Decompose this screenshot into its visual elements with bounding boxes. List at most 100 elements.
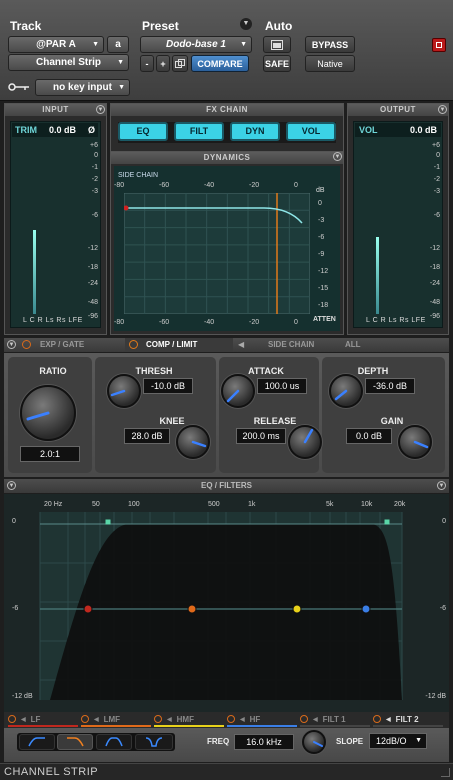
band-label: HF xyxy=(249,714,261,724)
lowpass-type-icon[interactable] xyxy=(57,734,93,750)
notch-type-icon[interactable] xyxy=(135,734,173,750)
gain-value[interactable]: 0.0 dB xyxy=(346,428,392,444)
atten-scale-tick: -18 xyxy=(318,302,329,309)
slope-selector[interactable]: 12dB/O ▼ xyxy=(369,733,427,749)
band-solo-icon[interactable]: ◀ xyxy=(313,716,318,723)
atten-scale-tick: -3 xyxy=(318,217,325,224)
trim-display[interactable]: TRIM 0.0 dB Ø xyxy=(12,123,98,137)
key-icon xyxy=(8,82,30,92)
output-scale-tick: -6 xyxy=(433,212,440,219)
safe-button[interactable]: SAFE xyxy=(263,55,291,72)
output-scale-tick: -3 xyxy=(433,188,440,195)
atten-scale-tick: -12 xyxy=(318,268,329,275)
depth-knob[interactable] xyxy=(329,374,363,408)
resize-handle-icon[interactable] xyxy=(441,768,450,777)
thresh-value[interactable]: -10.0 dB xyxy=(143,378,193,394)
bypass-button[interactable]: BYPASS xyxy=(305,36,355,53)
tab-all[interactable]: ALL xyxy=(345,340,361,349)
band-solo-icon[interactable]: ◀ xyxy=(386,716,391,723)
dyn-scale-tick: -40 xyxy=(204,319,215,326)
phase-invert-icon[interactable]: Ø xyxy=(88,125,95,135)
preset-prev-button[interactable]: - xyxy=(140,55,154,72)
band-power-icon[interactable] xyxy=(227,715,235,723)
band-power-icon[interactable] xyxy=(81,715,89,723)
band-tab-hmf[interactable]: ◀ HMF xyxy=(154,713,224,727)
freq-value[interactable]: 16.0 kHz xyxy=(234,734,294,750)
band-tab-filt1[interactable]: ◀ FILT 1 xyxy=(300,713,370,727)
window-icon[interactable] xyxy=(263,36,291,53)
attack-value[interactable]: 100.0 us xyxy=(257,378,307,394)
lf-band-handle[interactable] xyxy=(83,604,93,614)
input-menu-icon[interactable]: ▼ xyxy=(96,105,105,114)
compression-curve-graph[interactable] xyxy=(124,193,310,314)
knee-knob[interactable] xyxy=(176,425,210,459)
fx-dyn-button[interactable]: DYN xyxy=(230,122,280,141)
eq-options-icon[interactable]: ▼ xyxy=(437,481,446,490)
band-solo-icon[interactable]: ◀ xyxy=(94,716,99,723)
highpass-type-icon[interactable] xyxy=(19,734,55,750)
depth-value[interactable]: -36.0 dB xyxy=(365,378,415,394)
ratio-knob[interactable] xyxy=(20,385,76,441)
copy-settings-icon[interactable] xyxy=(172,55,188,72)
eq-graph[interactable] xyxy=(10,512,432,700)
lmf-band-handle[interactable] xyxy=(187,604,197,614)
release-value[interactable]: 200.0 ms xyxy=(236,428,286,444)
band-power-icon[interactable] xyxy=(154,715,162,723)
key-input-selector[interactable]: no key input ▼ xyxy=(35,79,130,96)
preset-menu-icon[interactable]: ▼ xyxy=(240,18,252,30)
band-tab-filt2[interactable]: ◀ FILT 2 xyxy=(373,713,443,727)
tab-exp-gate[interactable]: EXP / GATE xyxy=(40,340,84,349)
band-power-icon[interactable] xyxy=(8,715,16,723)
eq-freq-tick: 1k xyxy=(248,501,256,508)
plugin-selector[interactable]: Channel Strip ▼ xyxy=(8,54,129,71)
exp-gate-power-icon[interactable] xyxy=(22,340,31,349)
tab-side-chain[interactable]: SIDE CHAIN xyxy=(268,340,314,349)
preset-next-button[interactable]: + xyxy=(156,55,170,72)
eq-menu-icon[interactable]: ▼ xyxy=(7,481,16,490)
output-scale-tick: -48 xyxy=(429,299,440,306)
input-scale-tick: -96 xyxy=(87,313,98,320)
band-power-icon[interactable] xyxy=(373,715,381,723)
comp-power-icon[interactable] xyxy=(129,340,138,349)
band-solo-icon[interactable]: ◀ xyxy=(21,716,26,723)
tab-comp-limit[interactable]: COMP / LIMIT xyxy=(146,340,197,349)
release-knob[interactable] xyxy=(288,425,322,459)
vol-display[interactable]: VOL 0.0 dB xyxy=(355,123,441,137)
band-tab-hf[interactable]: ◀ HF xyxy=(227,713,297,727)
filt1-handle[interactable] xyxy=(105,519,111,525)
output-meter-bar xyxy=(376,237,379,314)
filt2-handle[interactable] xyxy=(384,519,390,525)
bandpass-type-icon[interactable] xyxy=(96,734,132,750)
preset-selector[interactable]: Dodo-base 1 ▼ xyxy=(140,36,252,53)
band-tab-lf[interactable]: ◀ LF xyxy=(8,713,78,727)
band-tab-lmf[interactable]: ◀ LMF xyxy=(81,713,151,727)
side-chain-listen-icon[interactable]: ◀ xyxy=(238,340,244,349)
dyn-scale-tick: -20 xyxy=(249,319,260,326)
band-solo-icon[interactable]: ◀ xyxy=(240,716,245,723)
gain-knob[interactable] xyxy=(398,425,432,459)
effect-icon[interactable] xyxy=(432,38,446,52)
fx-vol-button[interactable]: VOL xyxy=(286,122,336,141)
fx-eq-button[interactable]: EQ xyxy=(118,122,168,141)
dyn-scale-tick: -20 xyxy=(249,182,260,189)
knee-value[interactable]: 28.0 dB xyxy=(124,428,170,444)
thresh-knob[interactable] xyxy=(107,374,141,408)
band-solo-icon[interactable]: ◀ xyxy=(167,716,172,723)
ratio-value[interactable]: 2.0:1 xyxy=(20,446,80,462)
band-power-icon[interactable] xyxy=(300,715,308,723)
output-menu-icon[interactable]: ▼ xyxy=(438,105,447,114)
freq-knob[interactable] xyxy=(302,730,326,754)
channel-selector[interactable]: a xyxy=(107,36,129,53)
hmf-band-handle[interactable] xyxy=(292,604,302,614)
dyn-scale-tick: -60 xyxy=(159,319,170,326)
hf-band-handle[interactable] xyxy=(361,604,371,614)
native-button[interactable]: Native xyxy=(305,55,355,72)
input-scale-tick: -24 xyxy=(87,280,98,287)
dynamics-menu-icon[interactable]: ▼ xyxy=(333,152,342,161)
dyn-tab-menu-icon[interactable]: ▼ xyxy=(7,340,16,349)
attack-knob[interactable] xyxy=(221,374,255,408)
compare-button[interactable]: COMPARE xyxy=(191,55,249,72)
track-selector[interactable]: @PAR A ▼ xyxy=(8,36,104,53)
eq-freq-tick: 10k xyxy=(361,501,373,508)
fx-filt-button[interactable]: FILT xyxy=(174,122,224,141)
